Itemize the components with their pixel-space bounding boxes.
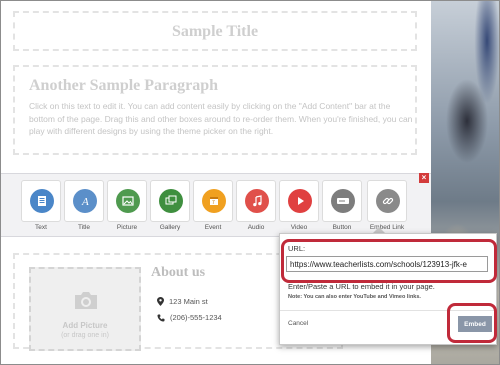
url-note: Note: You can also enter YouTube and Vim… (288, 294, 421, 300)
cancel-button[interactable]: Cancel (288, 320, 308, 327)
camera-icon (75, 292, 97, 309)
add-embed-link-button[interactable] (367, 180, 407, 222)
phone-row: (206)-555-1234 (157, 313, 222, 322)
add-text-button[interactable] (21, 180, 61, 222)
address-row: 123 Main st (157, 297, 208, 306)
embed-button-highlight-frame (447, 303, 497, 343)
button-icon (331, 189, 355, 213)
svg-text:7: 7 (212, 200, 215, 206)
page-title[interactable]: Sample Title (15, 23, 415, 41)
paragraph-body[interactable]: Click on this text to edit it. You can a… (29, 100, 413, 138)
close-icon[interactable]: × (419, 173, 429, 183)
play-icon (288, 189, 312, 213)
add-picture-button[interactable] (107, 180, 147, 222)
contact-info-card[interactable]: 123 Main st (206)-555-1234 (149, 289, 293, 335)
link-icon (376, 189, 400, 213)
add-text-label: Text (35, 224, 47, 231)
add-content-toolbar: Text A Title Picture Gallery 7 Event Aud… (1, 173, 431, 237)
address-text: 123 Main st (169, 297, 208, 306)
add-audio-button[interactable] (236, 180, 276, 222)
calendar-icon: 7 (202, 189, 226, 213)
screenshot-frame: Sample Title Another Sample Paragraph Cl… (0, 0, 500, 365)
svg-text:A: A (81, 196, 89, 207)
add-embed-link-label: Embed Link (369, 224, 405, 231)
picture-icon (116, 189, 140, 213)
add-event-button[interactable]: 7 (193, 180, 233, 222)
phone-icon (157, 314, 165, 321)
add-gallery-button[interactable] (150, 180, 190, 222)
add-picture-label: Picture (116, 224, 138, 231)
drag-hint-text: (or drag one in) (61, 332, 109, 339)
map-pin-icon (157, 297, 164, 306)
add-video-label: Video (290, 224, 308, 231)
music-note-icon (245, 189, 269, 213)
paragraph-block[interactable]: Another Sample Paragraph Click on this t… (13, 65, 417, 155)
url-hint: Enter/Paste a URL to embed it in your pa… (288, 282, 435, 291)
paragraph-heading[interactable]: Another Sample Paragraph (29, 77, 218, 95)
add-button-label: Button (332, 224, 352, 231)
add-title-button[interactable]: A (64, 180, 104, 222)
title-block[interactable]: Sample Title (13, 11, 417, 51)
title-a-icon: A (73, 189, 97, 213)
gallery-icon (159, 189, 183, 213)
add-gallery-label: Gallery (159, 224, 181, 231)
add-title-label: Title (77, 224, 91, 231)
add-picture-dropzone[interactable]: Add Picture (or drag one in) (29, 267, 141, 351)
text-doc-icon (30, 189, 54, 213)
phone-text: (206)-555-1234 (170, 313, 222, 322)
about-heading[interactable]: About us (151, 265, 205, 281)
add-button-button[interactable] (322, 180, 362, 222)
add-event-label: Event (204, 224, 222, 231)
add-audio-label: Audio (247, 224, 265, 231)
url-highlight-frame (281, 239, 497, 283)
add-picture-text: Add Picture (62, 321, 108, 330)
add-video-button[interactable] (279, 180, 319, 222)
